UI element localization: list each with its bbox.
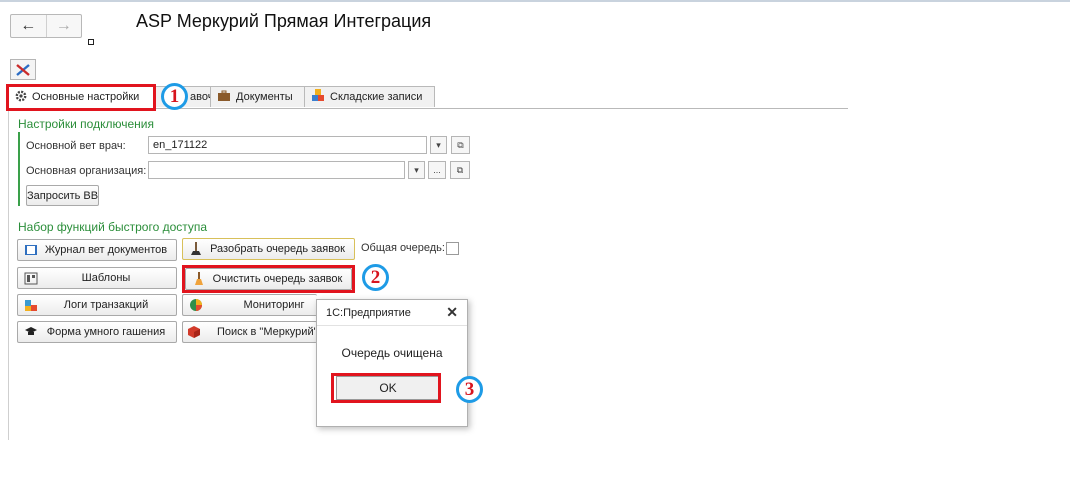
- templates-button[interactable]: Шаблоны: [17, 267, 177, 289]
- briefcase-icon: [217, 90, 231, 105]
- close-icon[interactable]: ✕: [446, 304, 458, 321]
- tab-label: Складские записи: [330, 91, 423, 103]
- highlight-box-2: [182, 265, 355, 293]
- button-label: Мониторинг: [243, 299, 305, 311]
- ellipsis-icon: ...: [433, 165, 441, 175]
- button-label: Форма умного гашения: [46, 326, 166, 338]
- button-label: Шаблоны: [81, 272, 131, 284]
- book-icon: [22, 244, 40, 256]
- plunger-icon: [187, 242, 205, 256]
- annotation-badge-1: 1: [161, 83, 188, 110]
- tools-button[interactable]: [10, 59, 36, 80]
- dialog-header: 1С:Предприятие ✕: [317, 300, 467, 326]
- connection-section-title: Настройки подключения: [18, 117, 154, 131]
- smart-form-button[interactable]: Форма умного гашения: [17, 321, 177, 343]
- tools-icon: [16, 63, 30, 76]
- log-icon: [22, 299, 40, 312]
- graduation-cap-icon: [22, 326, 40, 338]
- pie-chart-icon: [187, 298, 205, 312]
- parse-queue-button[interactable]: Разобрать очередь заявок: [182, 238, 355, 260]
- dialog-message: Очередь очищена: [341, 346, 443, 360]
- highlight-box-1: [6, 84, 156, 111]
- template-icon: [22, 272, 40, 285]
- vet-open-button[interactable]: ⧉: [451, 136, 470, 154]
- chevron-down-icon: ▾: [414, 164, 419, 175]
- tab-documents[interactable]: Документы: [210, 86, 305, 107]
- cube-icon: [187, 325, 201, 339]
- dialog-title: 1С:Предприятие: [326, 306, 411, 319]
- org-select-button[interactable]: ...: [428, 161, 446, 179]
- org-label: Основная организация:: [26, 165, 147, 177]
- message-dialog: 1С:Предприятие ✕ Очередь очищена OK: [316, 299, 468, 427]
- open-icon: ⧉: [457, 139, 464, 150]
- page-title: ASP Меркурий Прямая Интеграция: [136, 11, 432, 31]
- vet-label: Основной вет врач:: [26, 140, 126, 152]
- common-queue-label: Общая очередь:: [361, 242, 445, 254]
- content-border: [8, 110, 9, 440]
- highlight-box-3: [331, 373, 441, 403]
- forward-button[interactable]: →: [45, 15, 82, 37]
- button-label: Поиск в "Меркурий": [217, 326, 317, 338]
- vet-dropdown-button[interactable]: ▾: [430, 136, 447, 154]
- button-label: Разобрать очередь заявок: [210, 243, 345, 255]
- request-vv-button[interactable]: Запросить ВВ: [26, 185, 99, 206]
- button-label: Запросить ВВ: [27, 189, 99, 202]
- open-icon: ⧉: [456, 164, 464, 175]
- quick-section-title: Набор функций быстрого доступа: [18, 220, 208, 234]
- section-accent-bar: [18, 132, 20, 206]
- org-open-button[interactable]: ⧉: [450, 161, 470, 179]
- tab-warehouse[interactable]: Складские записи: [304, 86, 435, 107]
- logs-button[interactable]: Логи транзакций: [17, 294, 177, 316]
- button-label: Логи транзакций: [63, 299, 149, 311]
- boxes-icon: [311, 89, 325, 105]
- tab-label: Документы: [236, 91, 293, 103]
- annotation-badge-3: 3: [456, 376, 483, 403]
- button-label: Журнал вет документов: [44, 244, 168, 256]
- back-button[interactable]: ←: [11, 15, 46, 37]
- chevron-down-icon: ▾: [436, 139, 441, 150]
- common-queue-checkbox[interactable]: [446, 242, 459, 255]
- nav-buttons: ← →: [10, 14, 82, 38]
- search-mercury-button[interactable]: Поиск в "Меркурий": [182, 321, 317, 343]
- monitoring-button[interactable]: Мониторинг: [182, 294, 317, 316]
- journal-button[interactable]: Журнал вет документов: [17, 239, 177, 261]
- vet-field[interactable]: en_171122: [148, 136, 427, 154]
- window-top-border: [0, 0, 1070, 2]
- org-dropdown-button[interactable]: ▾: [408, 161, 425, 179]
- window-marker: [88, 39, 94, 45]
- vet-value: en_171122: [153, 139, 208, 151]
- org-field[interactable]: [148, 161, 405, 179]
- annotation-badge-2: 2: [362, 264, 389, 291]
